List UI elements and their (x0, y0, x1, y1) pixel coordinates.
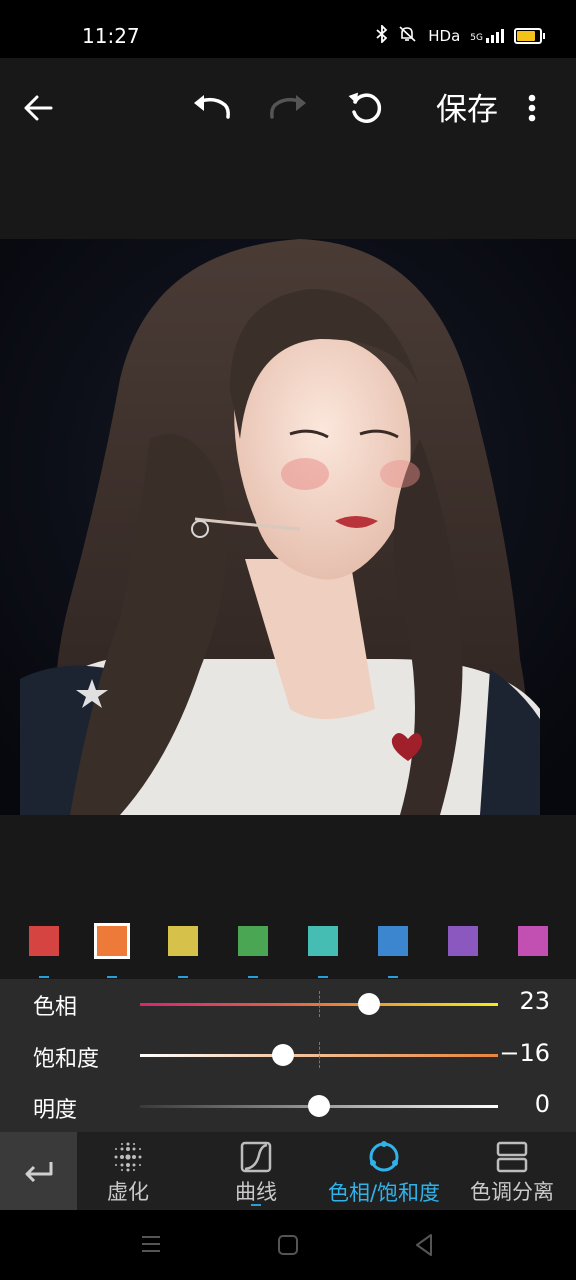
lightness-label: 明度 (33, 1098, 78, 1123)
back-arrow-icon[interactable] (16, 88, 60, 128)
photo-preview[interactable] (0, 239, 576, 815)
hue-slider-thumb[interactable] (358, 993, 381, 1015)
hue-saturation-icon (369, 1141, 399, 1172)
color-swatch[interactable] (168, 926, 198, 956)
mute-icon (398, 25, 418, 47)
signal-icon: 5G (470, 29, 504, 43)
color-swatch[interactable] (448, 926, 478, 956)
split-toning-icon (496, 1141, 528, 1173)
saturation-slider-thumb[interactable] (272, 1044, 295, 1066)
signal-label: 5G (470, 33, 483, 43)
adjustment-panel: 色相 23 饱和度 −16 明度 0 (0, 979, 576, 1132)
tool-hue-saturation-label: 色相/饱和度 (327, 1181, 441, 1205)
tool-split-toning[interactable]: 色调分离 (462, 1132, 562, 1210)
saturation-label: 饱和度 (33, 1047, 100, 1072)
bluetooth-icon (376, 23, 388, 47)
network-label: HDa (428, 27, 461, 45)
status-time: 11:27 (82, 24, 140, 48)
swatch-adjusted-indicator (107, 976, 117, 978)
reset-icon[interactable] (344, 88, 388, 128)
battery-icon (514, 28, 545, 44)
system-navigation-bar (0, 1210, 576, 1280)
color-swatch[interactable] (308, 926, 338, 956)
lightness-slider-thumb[interactable] (308, 1095, 330, 1117)
color-swatch-row (0, 918, 576, 978)
photo-image (0, 239, 576, 815)
swatch-adjusted-indicator (318, 976, 328, 978)
tool-indicator (251, 1204, 261, 1206)
back-nav-icon[interactable] (414, 1233, 434, 1261)
tool-bar: 虚化 曲线 色相/饱和度 色调分离 (0, 1132, 576, 1210)
tool-curves[interactable]: 曲线 (226, 1132, 286, 1210)
tool-blur[interactable]: 虚化 (98, 1132, 158, 1210)
color-swatch[interactable] (94, 923, 130, 959)
curves-icon (240, 1141, 272, 1173)
save-button[interactable]: 保存 (436, 84, 498, 129)
return-button[interactable] (0, 1132, 77, 1210)
blur-icon (114, 1142, 142, 1172)
saturation-value: −16 (499, 1039, 550, 1067)
hue-center-mark (319, 991, 320, 1017)
editor-toolbar: 保存 (0, 58, 576, 148)
color-swatch[interactable] (518, 926, 548, 956)
tool-hue-saturation[interactable]: 色相/饱和度 (318, 1132, 450, 1210)
tool-curves-label: 曲线 (235, 1180, 277, 1204)
status-bar: 11:27 HDa 5G (0, 0, 576, 58)
swatch-adjusted-indicator (388, 976, 398, 978)
saturation-center-mark (319, 1042, 320, 1068)
tool-blur-label: 虚化 (107, 1180, 149, 1204)
lightness-value: 0 (534, 1090, 550, 1118)
home-icon[interactable] (277, 1234, 299, 1260)
tool-split-toning-label: 色调分离 (470, 1180, 554, 1204)
color-swatch[interactable] (378, 926, 408, 956)
swatch-adjusted-indicator (248, 976, 258, 978)
hue-value: 23 (519, 987, 550, 1015)
recent-apps-icon[interactable] (140, 1234, 162, 1258)
color-swatch[interactable] (29, 926, 59, 956)
return-icon (25, 1162, 52, 1182)
status-icons: HDa 5G (376, 23, 545, 47)
more-options-icon[interactable] (510, 88, 554, 128)
redo-icon[interactable] (267, 88, 311, 128)
hue-label: 色相 (33, 995, 78, 1020)
swatch-adjusted-indicator (178, 976, 188, 978)
color-swatch[interactable] (238, 926, 268, 956)
swatch-adjusted-indicator (39, 976, 49, 978)
undo-icon[interactable] (189, 88, 233, 128)
